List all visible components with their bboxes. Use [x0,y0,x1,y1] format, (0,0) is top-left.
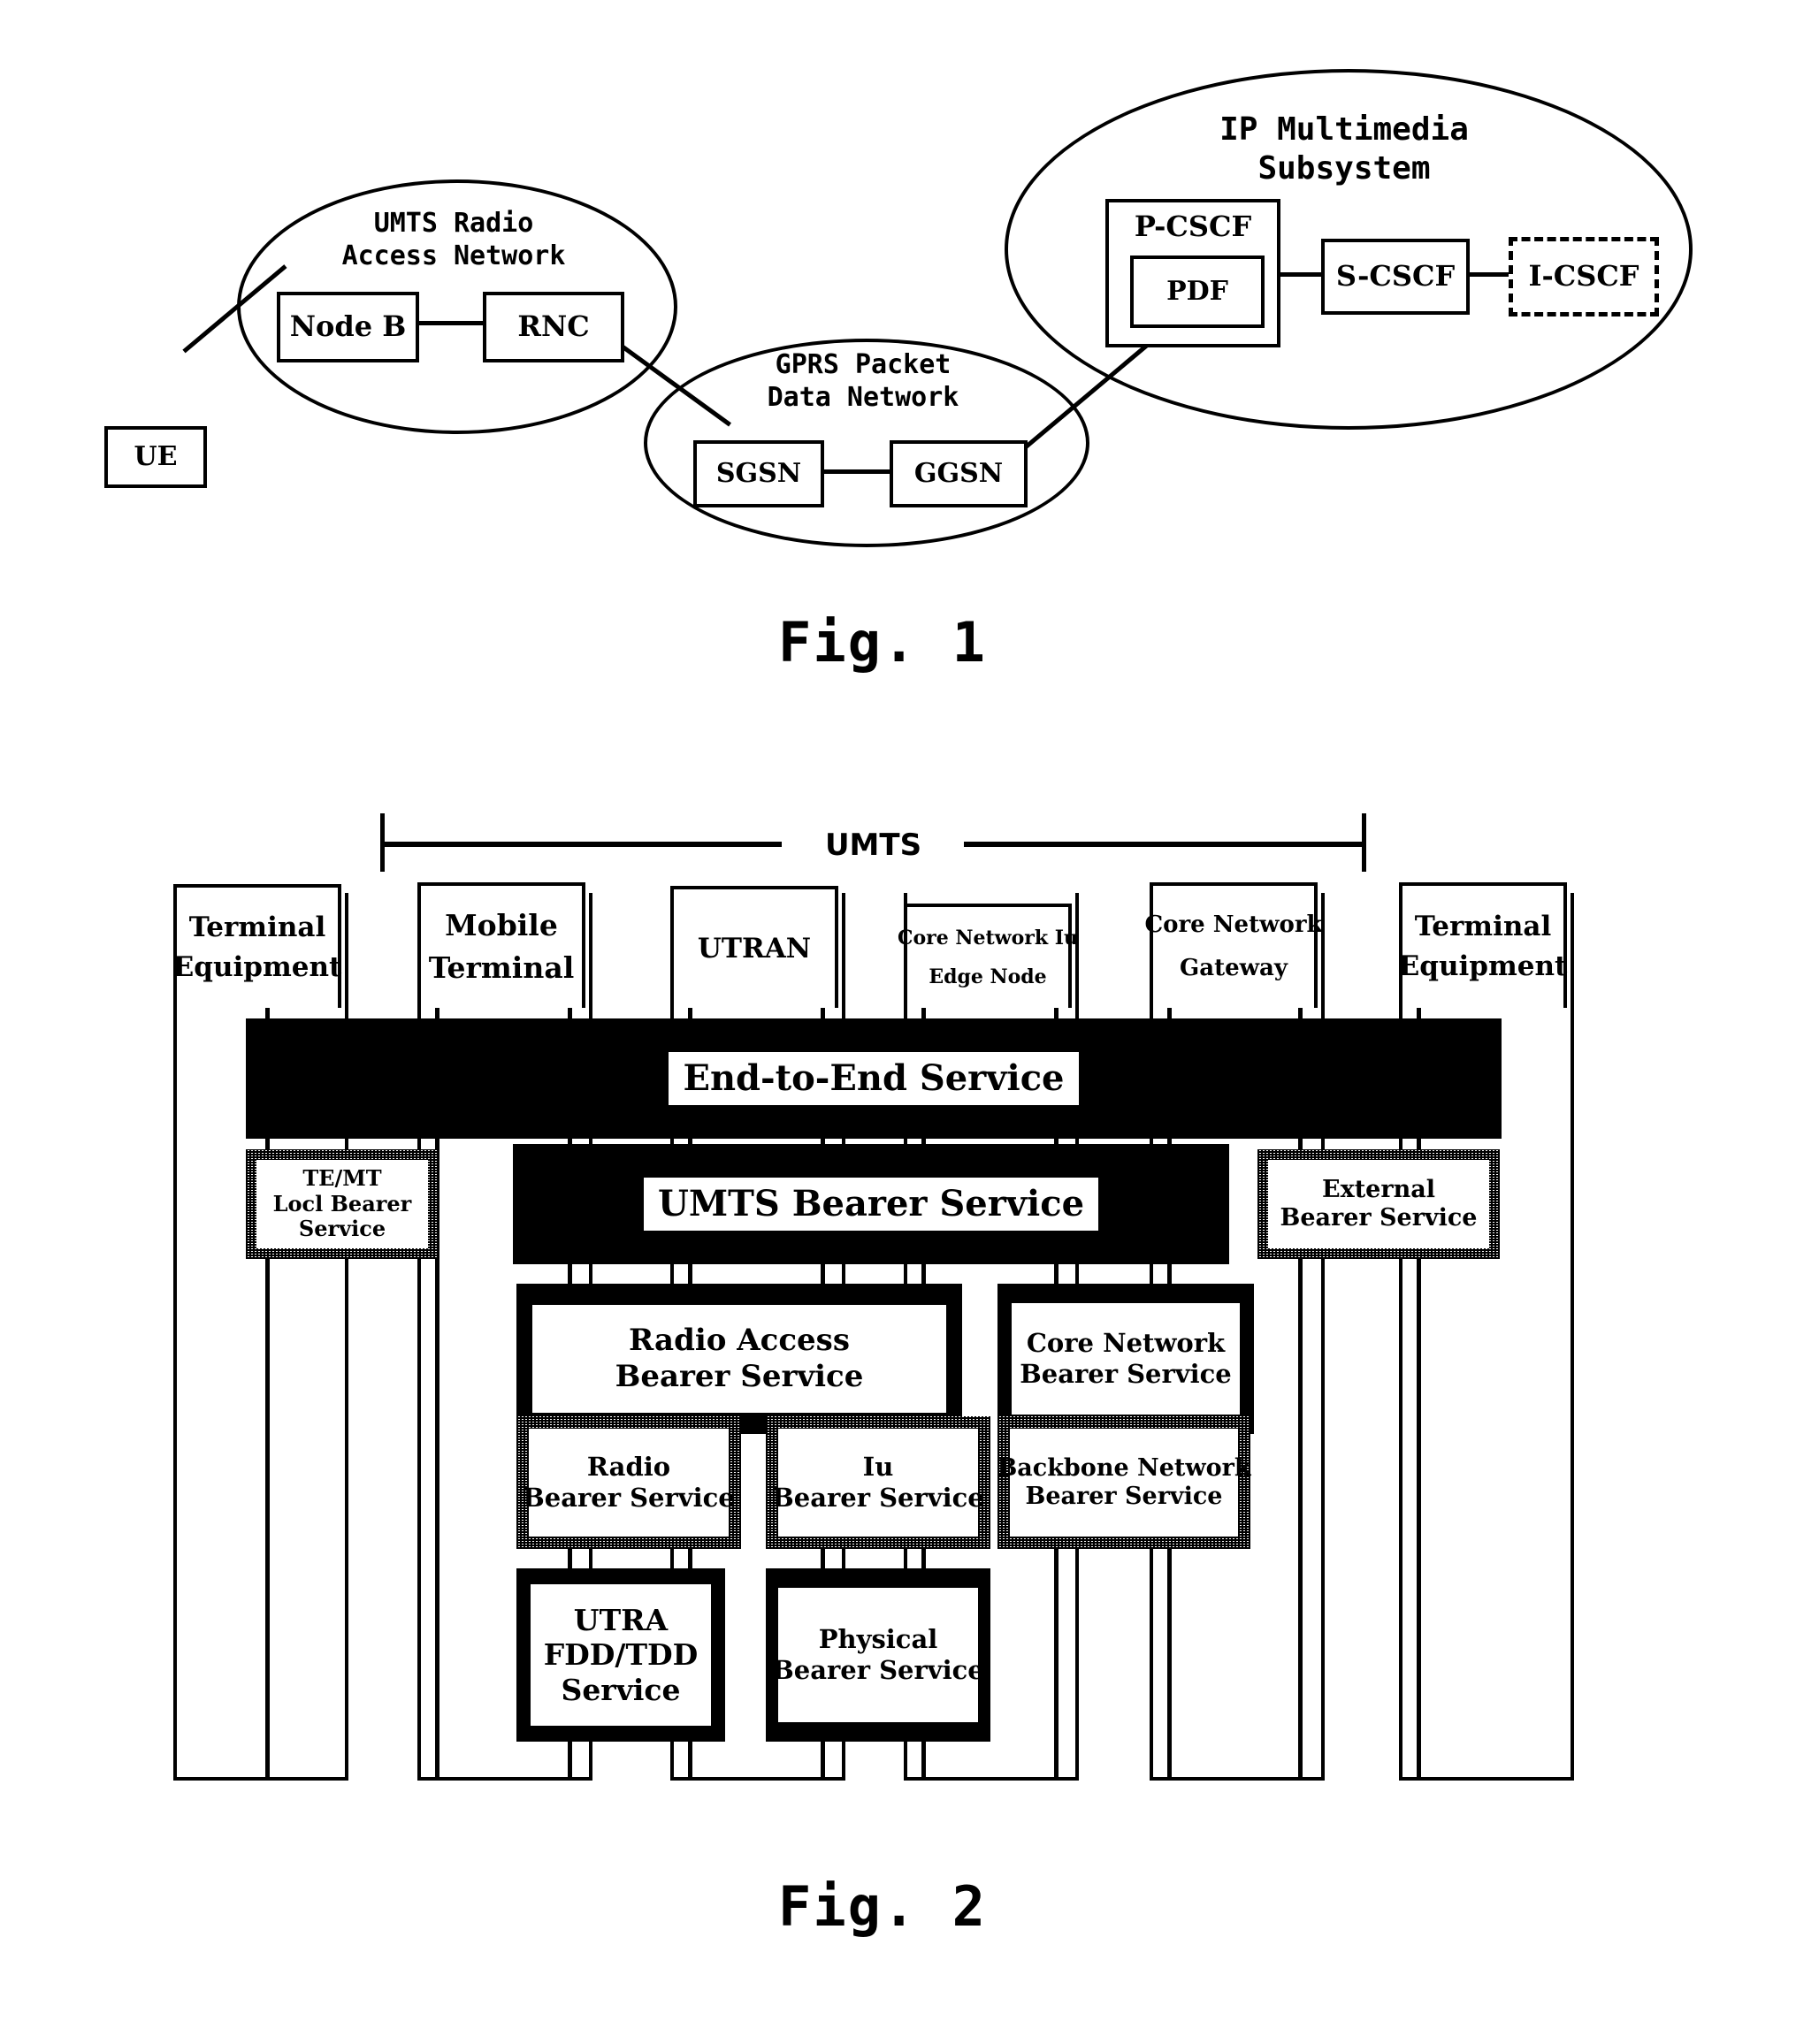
layer-utra-fdd-tdd-service: UTRA FDD/TDD Service [516,1568,725,1742]
column-header-mt-label: Mobile Terminal [428,908,575,985]
bracket-bar-left [384,842,782,847]
column-header-cn-gw: Core Network Gateway [1144,882,1323,1008]
column-header-te-right-label: Terminal Equipment [1398,911,1568,982]
layer-backbone-network-bearer-service-label: Backbone Network Bearer Service [997,1429,1251,1537]
layer-utra-fdd-tdd-service-label: UTRA FDD/TDD Service [531,1584,711,1726]
umts-scope-bracket: UMTS [380,813,1366,875]
figure-2-caption: Fig. 2 [778,1874,987,1939]
layer-radio-access-bearer-service: Radio Access Bearer Service [516,1284,962,1434]
layer-external-bearer-service-label: External Bearer Service [1268,1160,1489,1248]
bracket-bar-right [964,842,1364,847]
patent-figure-sheet: UMTS Radio Access Network GPRS Packet Da… [0,0,1819,2044]
layer-umts-bearer-service-label: UMTS Bearer Service [643,1178,1099,1231]
column-header-cn-gw-label: Core Network Gateway [1144,911,1323,981]
layer-physical-bearer-service-label: Physical Bearer Service [772,1588,984,1722]
layer-end-to-end-service-label: End-to-End Service [669,1052,1079,1105]
layer-external-bearer-service: External Bearer Service [1257,1149,1500,1259]
column-header-cn-iu: Core Network Iu Edge Node [898,904,1078,1008]
figure-2: UMTS Terminal Equipment Mobile Terminal … [0,0,1819,2044]
layer-backbone-network-bearer-service: Backbone Network Bearer Service [997,1416,1251,1549]
layer-end-to-end-service: End-to-End Service [246,1018,1502,1139]
layer-iu-bearer-service: Iu Bearer Service [766,1416,990,1549]
layer-iu-bearer-service-label: Iu Bearer Service [772,1429,984,1537]
layer-te-mt-local-bearer-service-label: TE/MT Locl Bearer Service [256,1160,428,1248]
column-header-cn-iu-label: Core Network Iu Edge Node [897,927,1079,988]
column-header-te-right: Terminal Equipment [1399,882,1567,1008]
layer-radio-bearer-service-label: Radio Bearer Service [523,1429,735,1537]
layer-radio-access-bearer-service-label: Radio Access Bearer Service [532,1305,946,1413]
layer-core-network-bearer-service: Core Network Bearer Service [997,1284,1254,1434]
column-header-te-left-label: Terminal Equipment [172,911,342,983]
column-header-utran: UTRAN [670,886,838,1008]
column-header-utran-label: UTRAN [697,932,812,965]
layer-core-network-bearer-service-label: Core Network Bearer Service [1012,1303,1240,1415]
layer-te-mt-local-bearer-service: TE/MT Locl Bearer Service [246,1149,439,1259]
layer-physical-bearer-service: Physical Bearer Service [766,1568,990,1742]
column-header-te-left: Terminal Equipment [173,884,341,1008]
layer-radio-bearer-service: Radio Bearer Service [516,1416,741,1549]
umts-scope-label: UMTS [824,828,922,863]
layer-umts-bearer-service: UMTS Bearer Service [513,1144,1229,1264]
column-header-mt: Mobile Terminal [417,882,585,1008]
